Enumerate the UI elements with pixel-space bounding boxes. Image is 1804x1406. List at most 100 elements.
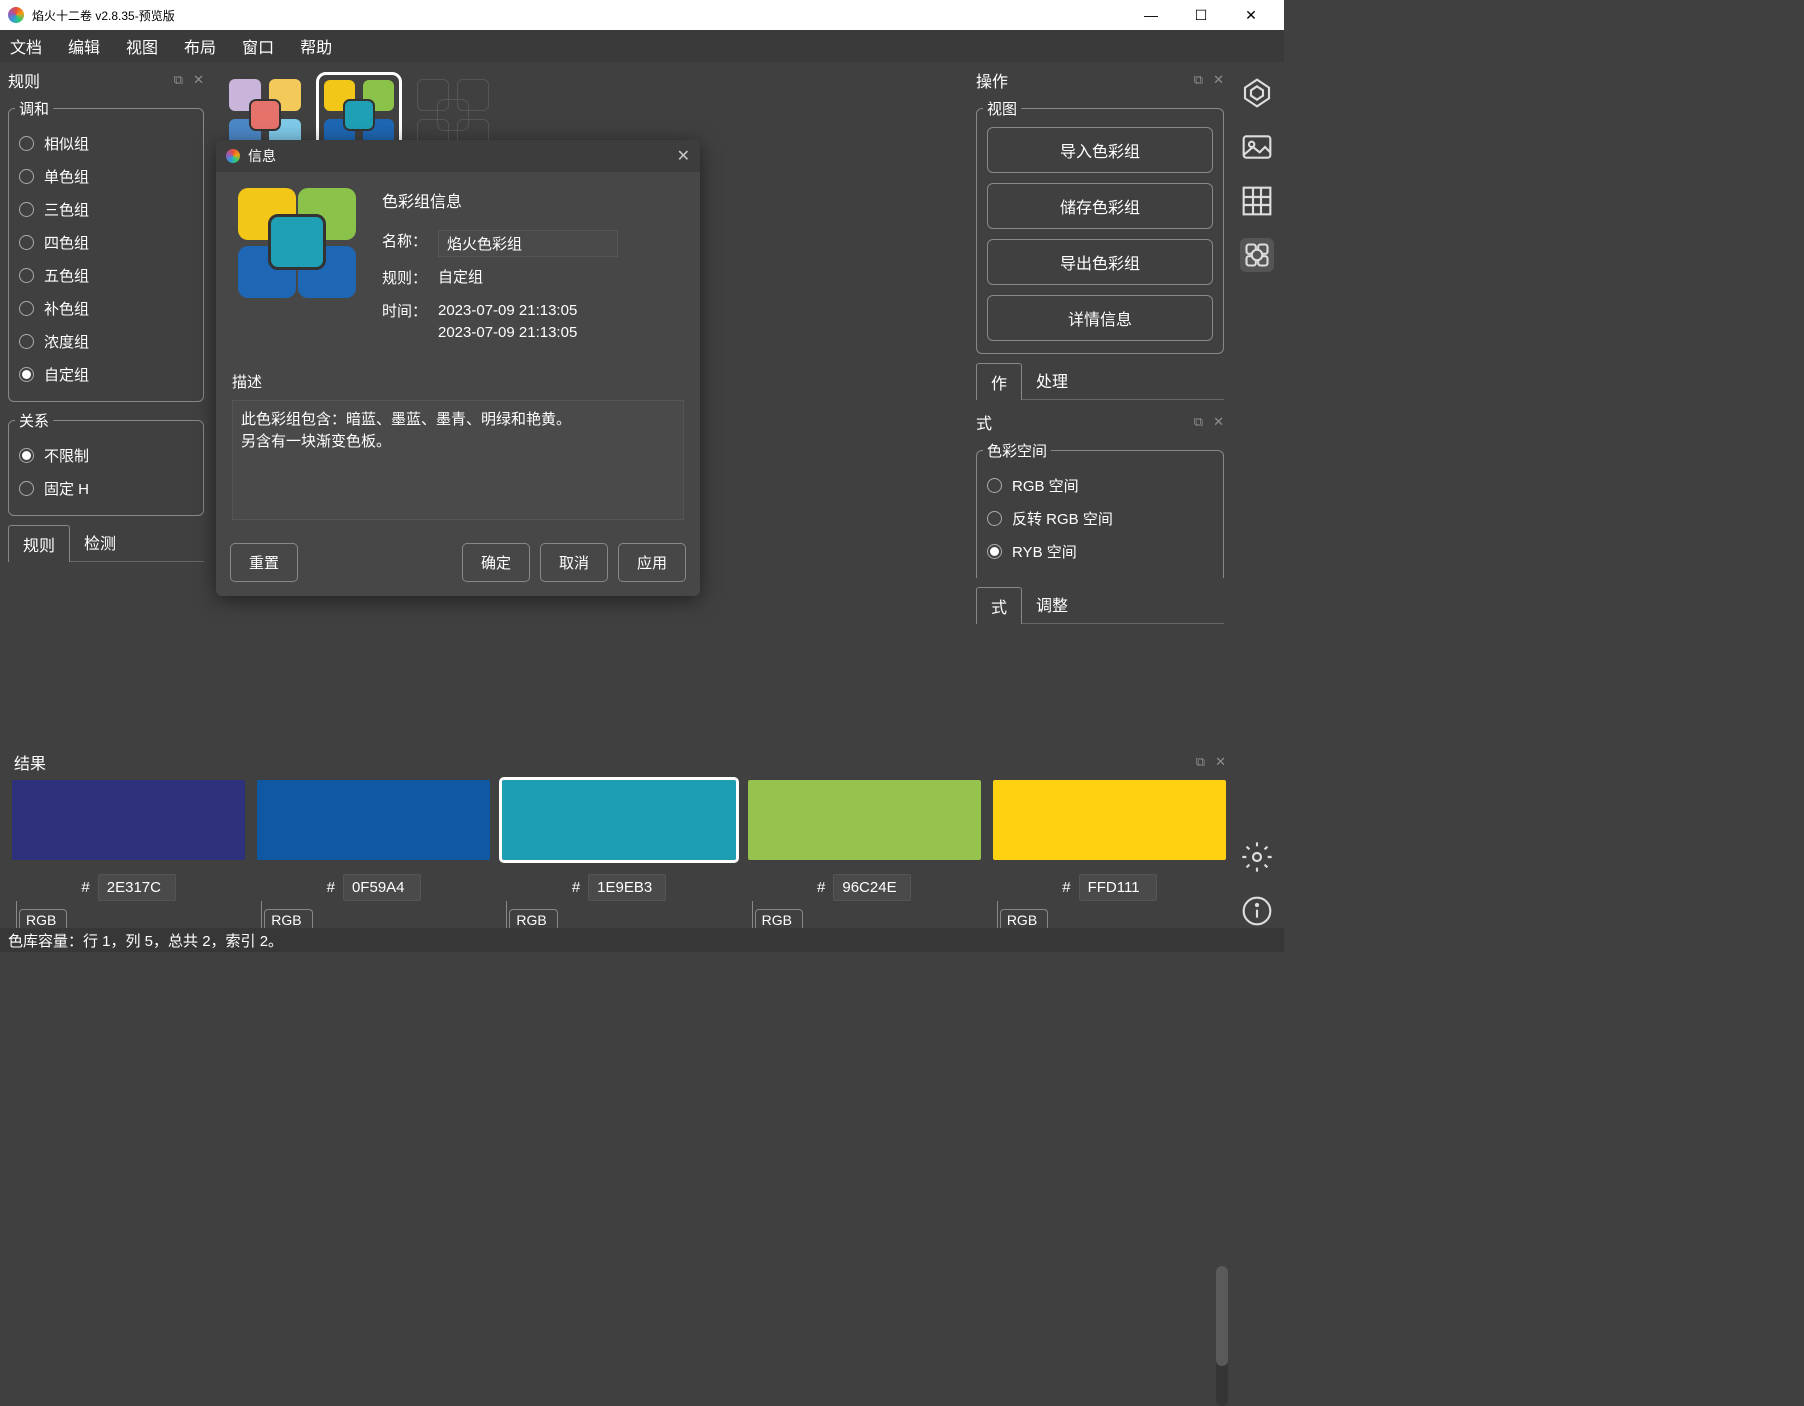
relation-option-1[interactable]: 固定 H [19, 472, 193, 505]
swatch[interactable] [12, 780, 245, 860]
harmony-option-0[interactable]: 相似组 [19, 127, 193, 160]
statusbar: 色库容量：行 1，列 5，总共 2，索引 2。 [0, 928, 1284, 952]
relation-legend: 关系 [15, 410, 53, 431]
close-panel-icon[interactable]: ✕ [1215, 754, 1226, 770]
maximize-button[interactable]: ☐ [1186, 7, 1216, 24]
close-panel-icon[interactable]: ✕ [193, 72, 204, 88]
reset-button[interactable]: 重置 [230, 543, 298, 582]
menu-view[interactable]: 视图 [126, 34, 158, 58]
export-button[interactable]: 导出色彩组 [987, 239, 1213, 285]
close-panel-icon[interactable]: ✕ [1213, 72, 1224, 88]
harmony-option-label: 四色组 [44, 232, 89, 253]
tab-detect[interactable]: 检测 [70, 524, 130, 561]
undock-icon[interactable]: ⧉ [174, 72, 183, 88]
rules-panel-title: 规则 [8, 68, 174, 92]
relation-group: 关系 不限制固定 H [8, 410, 204, 516]
harmony-option-4[interactable]: 五色组 [19, 259, 193, 292]
menu-layout[interactable]: 布局 [184, 34, 216, 58]
tab-ops[interactable]: 作 [976, 363, 1022, 400]
hash-label: # [1062, 879, 1070, 896]
detail-button[interactable]: 详情信息 [987, 295, 1213, 341]
harmony-option-2[interactable]: 三色组 [19, 193, 193, 226]
menu-help[interactable]: 帮助 [300, 34, 332, 58]
space-option-0[interactable]: RGB 空间 [987, 469, 1213, 502]
save-button[interactable]: 储存色彩组 [987, 183, 1213, 229]
toolbar-right [1230, 62, 1284, 928]
menubar: 文档 编辑 视图 布局 窗口 帮助 [0, 30, 1284, 62]
menu-file[interactable]: 文档 [10, 34, 42, 58]
harmony-option-3[interactable]: 四色组 [19, 226, 193, 259]
hex-input[interactable] [343, 874, 421, 901]
hex-input[interactable] [98, 874, 176, 901]
tab-mode[interactable]: 式 [976, 587, 1022, 624]
mode-panel-title: 式 [976, 410, 1194, 434]
close-panel-icon[interactable]: ✕ [1213, 414, 1224, 430]
harmony-option-1[interactable]: 单色组 [19, 160, 193, 193]
cancel-button[interactable]: 取消 [540, 543, 608, 582]
tab-rules[interactable]: 规则 [8, 525, 70, 562]
swatch[interactable] [993, 780, 1226, 860]
dialog-close-button[interactable]: ✕ [677, 146, 690, 166]
undock-icon[interactable]: ⧉ [1194, 72, 1203, 88]
apply-button[interactable]: 应用 [618, 543, 686, 582]
results-panel: 结果 ⧉✕ #RGB#RGB#RGB#RGB#RGB [8, 746, 1230, 928]
rgb-label: RGB [509, 909, 557, 928]
hex-input[interactable] [588, 874, 666, 901]
swatch-col-4: # RGB [993, 780, 1226, 928]
dialog-title: 信息 [248, 146, 677, 166]
settings-icon[interactable] [1240, 840, 1274, 874]
harmony-group: 调和 相似组单色组三色组四色组五色组补色组浓度组自定组 [8, 98, 204, 402]
harmony-option-6[interactable]: 浓度组 [19, 325, 193, 358]
name-input[interactable] [438, 230, 618, 257]
radio-icon [19, 235, 34, 250]
desc-label: 描述 [232, 371, 684, 392]
swatch[interactable] [257, 780, 490, 860]
swatch[interactable] [502, 780, 735, 860]
wheel-icon[interactable] [1240, 76, 1274, 110]
desc-textarea[interactable] [232, 400, 684, 520]
harmony-option-7[interactable]: 自定组 [19, 358, 193, 391]
harmony-option-label: 单色组 [44, 166, 89, 187]
time-value: 2023-07-09 21:13:052023-07-09 21:13:05 [438, 300, 577, 345]
app-icon [8, 7, 24, 23]
menu-window[interactable]: 窗口 [242, 34, 274, 58]
rgb-label: RGB [1000, 909, 1048, 928]
close-button[interactable]: ✕ [1236, 7, 1266, 24]
harmony-option-5[interactable]: 补色组 [19, 292, 193, 325]
import-button[interactable]: 导入色彩组 [987, 127, 1213, 173]
radio-icon [987, 511, 1002, 526]
hex-input[interactable] [1079, 874, 1157, 901]
rule-label: 规则： [382, 267, 438, 288]
window-title: 焰火十二卷 v2.8.35-预览版 [32, 7, 1136, 24]
image-icon[interactable] [1240, 130, 1274, 164]
space-option-label: RYB 空间 [1012, 541, 1077, 562]
board-icon[interactable] [1240, 238, 1274, 272]
swatch[interactable] [748, 780, 981, 860]
swatch-col-3: #RGB [748, 780, 981, 928]
tab-process[interactable]: 处理 [1022, 362, 1082, 399]
ok-button[interactable]: 确定 [462, 543, 530, 582]
relation-option-0[interactable]: 不限制 [19, 439, 193, 472]
relation-option-label: 不限制 [44, 445, 89, 466]
radio-icon [19, 481, 34, 496]
harmony-option-label: 三色组 [44, 199, 89, 220]
minimize-button[interactable]: — [1136, 7, 1166, 24]
radio-icon [19, 448, 34, 463]
tab-adjust[interactable]: 调整 [1022, 586, 1082, 623]
space-option-2[interactable]: RYB 空间 [987, 535, 1213, 568]
time-label: 时间： [382, 300, 438, 321]
space-option-1[interactable]: 反转 RGB 空间 [987, 502, 1213, 535]
results-scrollbar[interactable] [1216, 1266, 1228, 1406]
grid-icon[interactable] [1240, 184, 1274, 218]
harmony-option-label: 自定组 [44, 364, 89, 385]
info-icon[interactable] [1240, 894, 1274, 928]
titlebar: 焰火十二卷 v2.8.35-预览版 — ☐ ✕ [0, 0, 1284, 30]
relation-option-label: 固定 H [44, 478, 89, 499]
rgb-label: RGB [19, 909, 67, 928]
menu-edit[interactable]: 编辑 [68, 34, 100, 58]
harmony-option-label: 相似组 [44, 133, 89, 154]
undock-icon[interactable]: ⧉ [1196, 754, 1205, 770]
hex-input[interactable] [833, 874, 911, 901]
undock-icon[interactable]: ⧉ [1194, 414, 1203, 430]
hash-label: # [572, 879, 580, 896]
